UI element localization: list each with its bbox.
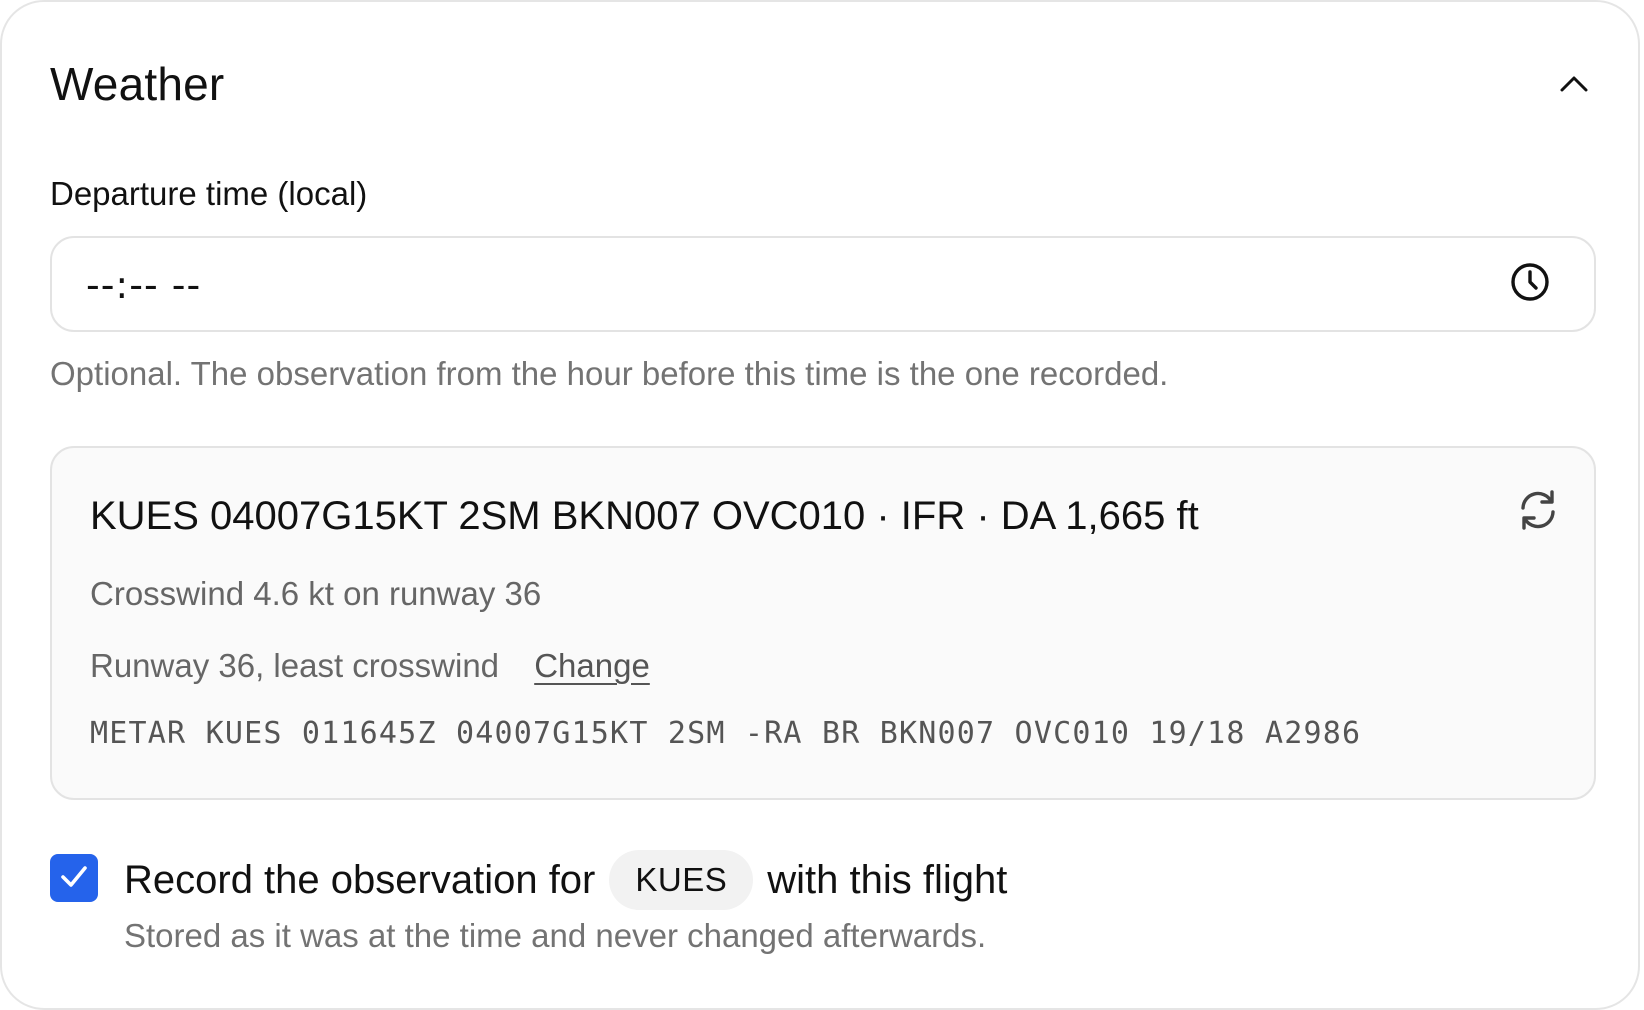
- crosswind-text: Crosswind 4.6 kt on runway 36: [90, 575, 542, 612]
- record-observation-checkbox[interactable]: [50, 854, 98, 902]
- section-title: Weather: [50, 58, 225, 110]
- observation-summary: KUES 04007G15KT 2SM BKN007 OVC010 · IFR …: [90, 494, 1199, 538]
- observation-card: KUES 04007G15KT 2SM BKN007 OVC010 · IFR …: [50, 446, 1596, 800]
- record-observation-label[interactable]: Record the observation for KUES with thi…: [124, 848, 1007, 912]
- metar-raw-text: METAR KUES 011645Z 04007G15KT 2SM -RA BR…: [90, 716, 1362, 751]
- record-text-after: with this flight: [767, 857, 1008, 902]
- departure-time-value[interactable]: --:-- --: [86, 260, 201, 310]
- checkmark-icon: [57, 859, 91, 898]
- departure-time-input[interactable]: --:-- --: [50, 236, 1596, 332]
- record-note: Stored as it was at the time and never c…: [124, 917, 987, 954]
- refresh-button[interactable]: [1512, 486, 1564, 538]
- refresh-icon: [1515, 487, 1561, 538]
- collapse-button[interactable]: [1552, 64, 1596, 108]
- weather-panel: Weather Departure time (local) --:-- -- …: [0, 0, 1640, 1010]
- runway-selection: Runway 36, least crosswind Change: [90, 644, 650, 688]
- departure-time-hint: Optional. The observation from the hour …: [50, 355, 1169, 392]
- clock-icon: [1509, 261, 1551, 308]
- clock-picker-button[interactable]: [1506, 260, 1554, 308]
- runway-text: Runway 36, least crosswind: [90, 647, 500, 684]
- departure-time-label: Departure time (local): [50, 175, 368, 212]
- chevron-up-icon: [1557, 67, 1591, 106]
- station-chip: KUES: [609, 850, 754, 910]
- change-runway-link[interactable]: Change: [534, 647, 650, 684]
- record-text-before: Record the observation for: [124, 857, 596, 902]
